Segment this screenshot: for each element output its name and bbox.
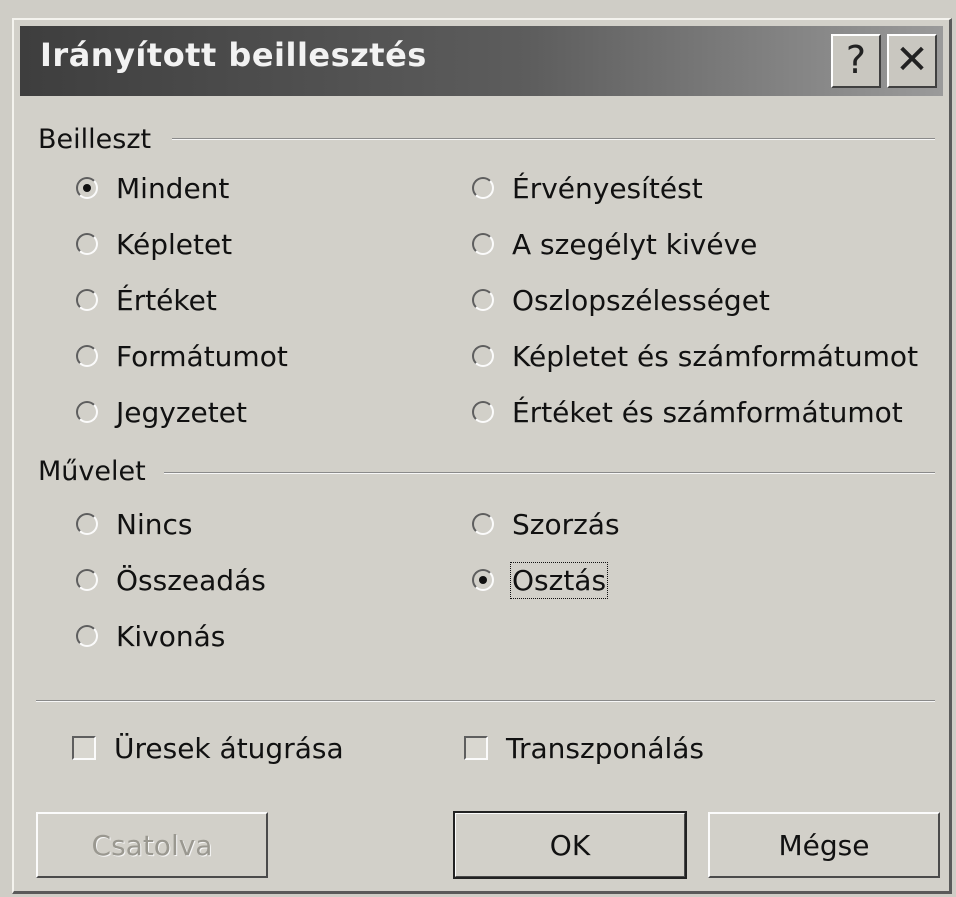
close-icon: ✕	[895, 37, 929, 83]
paste-group-label: Beilleszt	[38, 124, 152, 155]
operation-group-label: Művelet	[38, 456, 146, 487]
radio-button[interactable]	[472, 233, 494, 255]
transpose-checkbox-row[interactable]: Transzponálás	[464, 728, 704, 768]
radio-paste-formulas-and-number-formats[interactable]: Képletet és számformátumot	[472, 336, 918, 376]
radio-button[interactable]	[76, 401, 98, 423]
radio-label: A szegélyt kivéve	[512, 227, 758, 261]
radio-label: Formátumot	[116, 339, 288, 373]
paste-special-dialog: Irányított beillesztés ? ✕ Beilleszt Min…	[12, 18, 952, 894]
radio-button[interactable]	[76, 513, 98, 535]
radio-paste-all[interactable]: Mindent	[76, 168, 229, 208]
radio-label: Értéket	[116, 283, 217, 317]
cancel-label: Mégse	[778, 828, 870, 862]
radio-button[interactable]	[472, 401, 494, 423]
radio-button[interactable]	[472, 289, 494, 311]
radio-operation-none[interactable]: Nincs	[76, 504, 192, 544]
radio-button[interactable]	[76, 289, 98, 311]
skip-blanks-checkbox-row[interactable]: Üresek átugrása	[72, 728, 344, 768]
paste-group-divider	[172, 138, 935, 140]
close-button[interactable]: ✕	[887, 34, 937, 88]
radio-label: Osztás	[509, 561, 609, 599]
radio-label: Képletet	[116, 227, 233, 261]
radio-operation-divide[interactable]: Osztás	[472, 560, 609, 600]
radio-label: Mindent	[116, 171, 230, 205]
radio-paste-all-except-borders[interactable]: A szegélyt kivéve	[472, 224, 757, 264]
paste-link-button[interactable]: Csatolva	[36, 812, 268, 878]
radio-label: Szorzás	[512, 507, 620, 541]
operation-group-divider	[164, 472, 935, 474]
radio-label: Oszlopszélességet	[512, 283, 770, 317]
radio-button[interactable]	[472, 345, 494, 367]
help-icon: ?	[845, 38, 867, 82]
radio-paste-comments[interactable]: Jegyzetet	[76, 392, 247, 432]
cancel-button[interactable]: Mégse	[708, 812, 940, 878]
radio-button[interactable]	[76, 233, 98, 255]
radio-button[interactable]	[76, 625, 98, 647]
radio-label: Jegyzetet	[116, 395, 247, 429]
radio-operation-add[interactable]: Összeadás	[76, 560, 266, 600]
radio-operation-multiply[interactable]: Szorzás	[472, 504, 620, 544]
title-bar[interactable]: Irányított beillesztés ? ✕	[20, 26, 943, 96]
paste-link-label: Csatolva	[91, 828, 213, 862]
radio-paste-column-widths[interactable]: Oszlopszélességet	[472, 280, 770, 320]
radio-label: Összeadás	[116, 563, 266, 597]
radio-paste-formats[interactable]: Formátumot	[76, 336, 288, 376]
radio-button[interactable]	[76, 177, 98, 199]
transpose-label: Transzponálás	[506, 731, 705, 765]
skip-blanks-label: Üresek átugrása	[114, 731, 344, 765]
radio-paste-values-and-number-formats[interactable]: Értéket és számformátumot	[472, 392, 903, 432]
radio-label: Értéket és számformátumot	[512, 395, 903, 429]
radio-button[interactable]	[76, 569, 98, 591]
options-separator	[36, 700, 935, 702]
ok-label: OK	[549, 828, 591, 862]
dialog-title: Irányított beillesztés	[40, 36, 427, 74]
skip-blanks-checkbox[interactable]	[72, 736, 96, 760]
help-button[interactable]: ?	[831, 34, 881, 88]
radio-paste-validation[interactable]: Érvényesítést	[472, 168, 703, 208]
ok-button[interactable]: OK	[453, 811, 687, 879]
radio-label: Képletet és számformátumot	[512, 339, 919, 373]
radio-paste-values[interactable]: Értéket	[76, 280, 217, 320]
radio-button[interactable]	[472, 569, 494, 591]
transpose-checkbox[interactable]	[464, 736, 488, 760]
radio-label: Kivonás	[116, 619, 226, 653]
radio-operation-subtract[interactable]: Kivonás	[76, 616, 225, 656]
radio-button[interactable]	[472, 177, 494, 199]
radio-button[interactable]	[76, 345, 98, 367]
radio-button[interactable]	[472, 513, 494, 535]
radio-label: Érvényesítést	[512, 171, 703, 205]
radio-paste-formulas[interactable]: Képletet	[76, 224, 232, 264]
radio-label: Nincs	[116, 507, 193, 541]
